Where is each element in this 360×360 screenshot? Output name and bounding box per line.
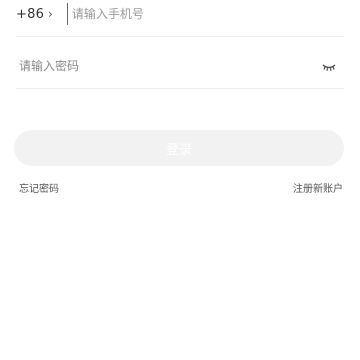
- forgot-password-link[interactable]: 忘记密码: [19, 180, 59, 195]
- password-input[interactable]: [16, 55, 320, 77]
- login-screen: +86 › 登录 忘记密码 注册新账户: [0, 0, 360, 360]
- password-field-row: [16, 52, 344, 89]
- login-button[interactable]: 登录: [14, 130, 344, 166]
- country-code-label: +86: [16, 6, 45, 22]
- register-link[interactable]: 注册新账户: [293, 180, 343, 195]
- chevron-right-icon: ›: [48, 7, 53, 21]
- country-code-selector[interactable]: +86 ›: [16, 0, 53, 28]
- phone-field-row: +86 ›: [16, 0, 344, 37]
- phone-number-input[interactable]: [66, 3, 344, 25]
- eye-closed-icon[interactable]: [320, 60, 338, 74]
